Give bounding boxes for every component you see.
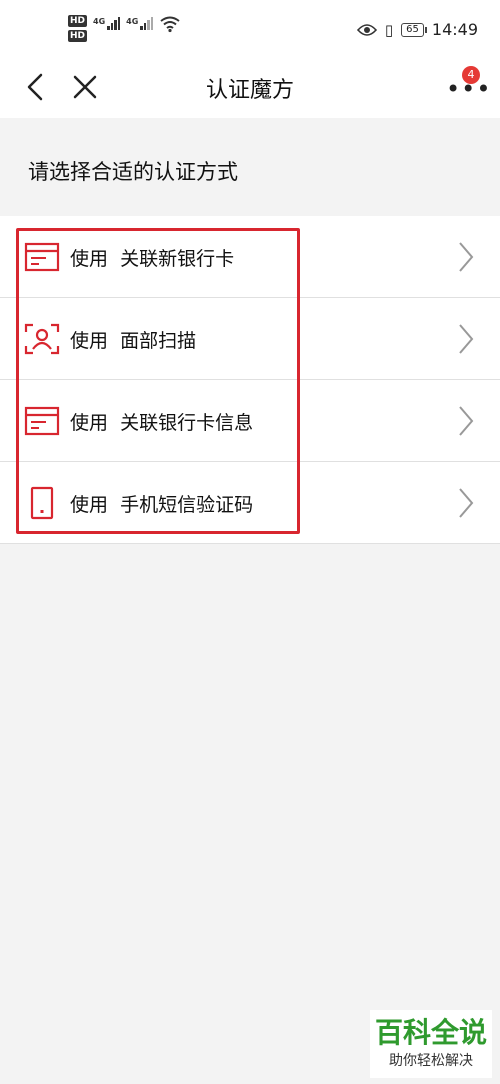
wifi-icon [160, 16, 180, 33]
section-title: 请选择合适的认证方式 [28, 160, 238, 184]
eye-icon [356, 23, 377, 36]
chevron-right-icon [459, 324, 474, 354]
hd-badge: HD [68, 15, 88, 27]
option-linked-bank-card-info[interactable]: 使用 关联银行卡信息 [0, 380, 500, 462]
card-icon [24, 406, 60, 436]
signal-bar [114, 20, 117, 30]
more-icon: ••• [446, 75, 492, 103]
signal-bar [110, 23, 114, 30]
status-left: HD HD 4G 4G [68, 15, 181, 42]
option-sms-code[interactable]: 使用 手机短信验证码 [0, 462, 500, 544]
option-label: 使用 关联银行卡信息 [70, 412, 254, 434]
status-bar: HD HD 4G 4G ▯ 65 14:49 [0, 0, 500, 60]
signal-bar [107, 26, 110, 30]
notification-badge: 4 [462, 66, 480, 84]
face-scan-icon [24, 323, 60, 355]
vibrate-icon: ▯ [384, 20, 394, 39]
signal-strength-icon: 4G [93, 17, 121, 30]
option-new-bank-card[interactable]: 使用 关联新银行卡 [0, 216, 500, 298]
edge-mask [474, 380, 500, 461]
network-type-label: 4G [126, 17, 139, 26]
page-title: 认证魔方 [205, 78, 294, 103]
signal-strength-icon: 4G [126, 17, 154, 30]
edge-mask [474, 216, 500, 297]
more-menu-button[interactable]: ••• 4 [438, 66, 490, 108]
chevron-right-icon [459, 406, 474, 436]
chevron-right-icon [459, 242, 474, 272]
signal-bar [140, 26, 143, 30]
hd-indicators: HD HD [68, 15, 88, 42]
nav-bar: 认证魔方 ••• 4 [0, 60, 500, 118]
chevron-right-icon [459, 488, 474, 518]
edge-mask [474, 462, 500, 543]
option-label: 使用 面部扫描 [70, 330, 197, 352]
battery-indicator: 65 [401, 22, 427, 37]
auth-options-list: 使用 关联新银行卡 使用 面部扫描 使用 关联银行卡信息 使用 手机短信验证码 [0, 216, 500, 544]
card-icon [24, 242, 60, 272]
signal-bar [150, 17, 154, 30]
watermark-logo: 百科全说 助你轻松解决 [370, 1010, 492, 1078]
clock-time: 14:49 [431, 20, 478, 39]
option-face-scan[interactable]: 使用 面部扫描 [0, 298, 500, 380]
option-label: 使用 手机短信验证码 [70, 494, 254, 516]
status-right: ▯ 65 14:49 [356, 20, 478, 39]
watermark-title: 百科全说 [374, 1016, 487, 1049]
watermark-subtitle: 助你轻松解决 [389, 1053, 473, 1069]
option-label: 使用 关联新银行卡 [70, 248, 235, 270]
signal-bar [147, 20, 150, 30]
network-type-label: 4G [93, 17, 106, 26]
phone-icon [30, 486, 54, 520]
signal-bar [117, 17, 121, 30]
edge-mask [474, 298, 500, 379]
hd-badge: HD [68, 30, 88, 42]
signal-bar [143, 23, 147, 30]
